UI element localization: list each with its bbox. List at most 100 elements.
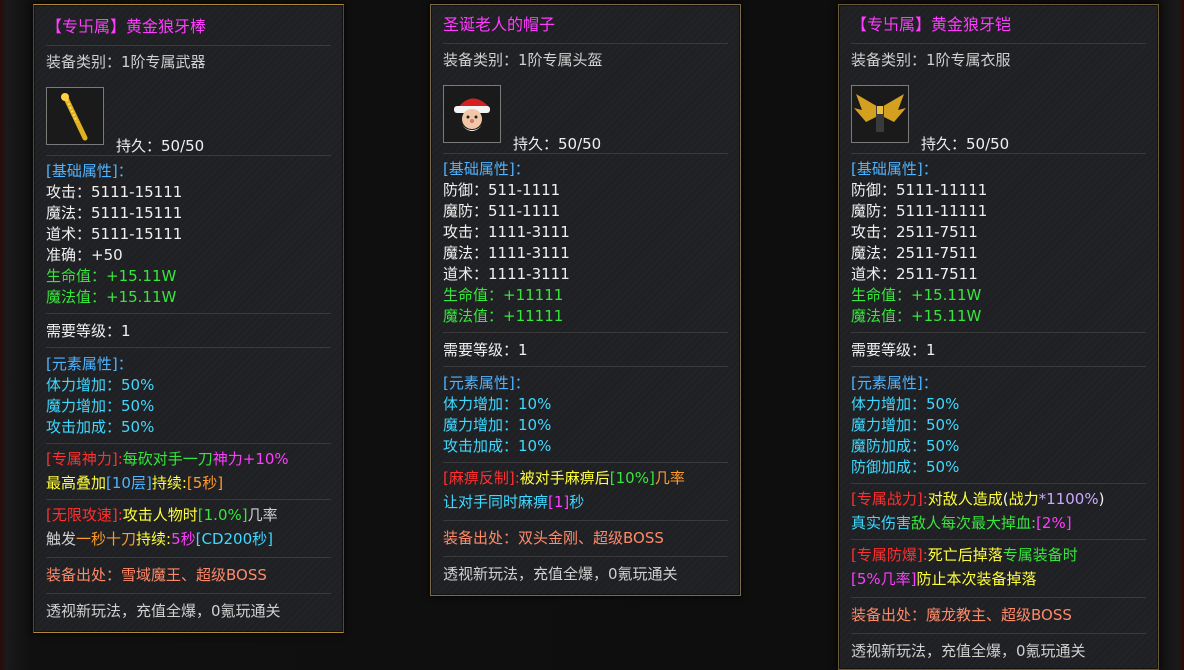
skill-line: 真实伤害敌人每次最大掉血:[2%] xyxy=(851,513,1072,534)
base-attr-header: [基础属性]： xyxy=(443,160,530,178)
divider xyxy=(443,556,728,557)
mp-bonus: 魔法值：+15.11W xyxy=(46,288,177,306)
divider xyxy=(443,43,728,44)
item-category: 装备类别：1阶专属头盔 xyxy=(443,51,603,69)
divider xyxy=(851,153,1146,154)
skill-text: 持续: xyxy=(136,530,172,548)
stat-line: 攻击：2511-7511 xyxy=(851,223,978,241)
divider xyxy=(851,483,1146,484)
skill-text: 敌人每次最大掉血: xyxy=(911,514,1037,532)
stat-line: 魔法：5111-15111 xyxy=(46,204,183,222)
stat-line: 道术：1111-3111 xyxy=(443,265,570,283)
footer-note: 透视新玩法，充值全爆，0氪玩通关 xyxy=(851,642,1086,660)
required-level: 需要等级：1 xyxy=(851,341,936,359)
skill-text: 最高叠加 xyxy=(46,474,107,492)
item-category: 装备类别：1阶专属衣服 xyxy=(851,51,1011,69)
skill-value: [10层] xyxy=(106,474,152,492)
divider xyxy=(46,347,331,348)
skill-value: [5%几率] xyxy=(851,570,917,588)
skill-line: [专属防爆]:死亡后掉落专属装备时 xyxy=(851,545,1078,566)
skill-line: [无限攻速]:攻击人物时[1.0%]几率 xyxy=(46,505,278,526)
durability: 持久：50/50 xyxy=(116,137,205,155)
skill-text: 对敌人造成 xyxy=(927,490,1003,508)
element-stat: 魔力增加：50% xyxy=(46,397,155,415)
required-level: 需要等级：1 xyxy=(46,322,131,340)
item-category: 装备类别：1阶专属武器 xyxy=(46,53,206,71)
skill-text: 秒 xyxy=(569,493,585,511)
skill-line: [专属战力]:对敌人造成(战力*1100%) xyxy=(851,489,1104,510)
stat-line: 道术：2511-7511 xyxy=(851,265,978,283)
skill-value: [1.0%] xyxy=(197,506,248,524)
divider xyxy=(46,593,331,594)
skill-line: 让对手同时麻痹[1]秒 xyxy=(443,492,584,513)
divider xyxy=(443,462,728,463)
skill-text: 专属装备时 xyxy=(1002,546,1078,564)
base-attr-header: [基础属性]： xyxy=(46,162,133,180)
stat-line: 攻击：1111-3111 xyxy=(443,223,570,241)
skill-name: [专属防爆]: xyxy=(851,546,928,564)
element-stat: 魔防加成：50% xyxy=(851,437,960,455)
skill-name: [专属神力]: xyxy=(46,450,123,468)
skill-text: 攻击人物时 xyxy=(122,506,198,524)
drop-source: 装备出处：双头金刚、超级BOSS xyxy=(443,529,664,547)
golden-wing-armor-icon[interactable] xyxy=(851,85,909,143)
item-tooltip-golden-armor: 【专卐属】黄金狼牙铠 装备类别：1阶专属衣服 持久：50/50 [基础属性]： … xyxy=(838,4,1159,670)
base-attr-header: [基础属性]： xyxy=(851,160,938,178)
divider xyxy=(851,43,1146,44)
skill-name: [专属战力]: xyxy=(851,490,928,508)
mp-bonus: 魔法值：+11111 xyxy=(443,307,564,325)
divider xyxy=(851,366,1146,367)
skill-name: [麻痹反制]: xyxy=(443,469,520,487)
divider xyxy=(46,499,331,500)
divider xyxy=(851,332,1146,333)
divider xyxy=(46,313,331,314)
divider xyxy=(851,539,1146,540)
hp-bonus: 生命值：+15.11W xyxy=(851,286,982,304)
footer-note: 透视新玩法，充值全爆，0氪玩通关 xyxy=(443,565,678,583)
skill-text: 几率 xyxy=(247,506,278,524)
golden-mace-icon[interactable] xyxy=(46,87,104,145)
divider xyxy=(851,633,1146,634)
skill-text: ) xyxy=(1098,490,1105,508)
drop-source: 装备出处：魔龙教主、超级BOSS xyxy=(851,606,1072,624)
skill-text: 真实伤害 xyxy=(851,514,912,532)
drop-source: 装备出处：雪域魔王、超级BOSS xyxy=(46,566,267,584)
element-stat: 魔力增加：10% xyxy=(443,416,552,434)
required-level: 需要等级：1 xyxy=(443,341,528,359)
stat-line: 道术：5111-15111 xyxy=(46,225,183,243)
skill-value: 一秒十刀 xyxy=(76,530,137,548)
item-title: 【专卐属】黄金狼牙铠 xyxy=(851,15,1012,34)
skill-text: 防止本次装备掉落 xyxy=(916,570,1037,588)
item-title: 【专卐属】黄金狼牙棒 xyxy=(46,17,207,36)
item-title: 圣诞老人的帽子 xyxy=(443,15,556,34)
skill-line: [麻痹反制]:被对手麻痹后[10%]几率 xyxy=(443,468,685,489)
skill-value: [2%] xyxy=(1036,514,1072,532)
skill-name: [无限攻速]: xyxy=(46,506,123,524)
item-tooltip-santa-hat: 圣诞老人的帽子 装备类别：1阶专属头盔 持久：50/50 [基础属性]： 防御：… xyxy=(430,4,741,596)
mp-bonus: 魔法值：+15.11W xyxy=(851,307,982,325)
stat-line: 准确：+50 xyxy=(46,246,123,264)
skill-text: 持续: xyxy=(151,474,187,492)
divider xyxy=(443,366,728,367)
element-stat: 体力增加：10% xyxy=(443,395,552,413)
hp-bonus: 生命值：+11111 xyxy=(443,286,564,304)
element-attr-header: [元素属性]： xyxy=(443,374,530,392)
durability: 持久：50/50 xyxy=(921,135,1010,153)
element-stat: 魔力增加：50% xyxy=(851,416,960,434)
skill-value: [10%] xyxy=(609,469,655,487)
santa-hat-icon[interactable] xyxy=(443,85,501,143)
stat-line: 防御：511-1111 xyxy=(443,181,561,199)
skill-value: 5秒 xyxy=(171,530,196,548)
skill-line: 最高叠加[10层]持续:[5秒] xyxy=(46,473,223,494)
stat-line: 魔法：2511-7511 xyxy=(851,244,978,262)
element-stat: 防御加成：50% xyxy=(851,458,960,476)
item-tooltip-golden-mace: 【专卐属】黄金狼牙棒 装备类别：1阶专属武器 持久：50/50 [基础属性]： … xyxy=(33,4,344,633)
stat-line: 魔防：5111-11111 xyxy=(851,202,988,220)
skill-line: [专属神力]:每砍对手一刀神力+10% xyxy=(46,449,289,470)
divider xyxy=(443,153,728,154)
stat-line: 防御：5111-11111 xyxy=(851,181,988,199)
divider xyxy=(46,443,331,444)
durability: 持久：50/50 xyxy=(513,135,602,153)
element-stat: 攻击加成：10% xyxy=(443,437,552,455)
divider xyxy=(46,155,331,156)
